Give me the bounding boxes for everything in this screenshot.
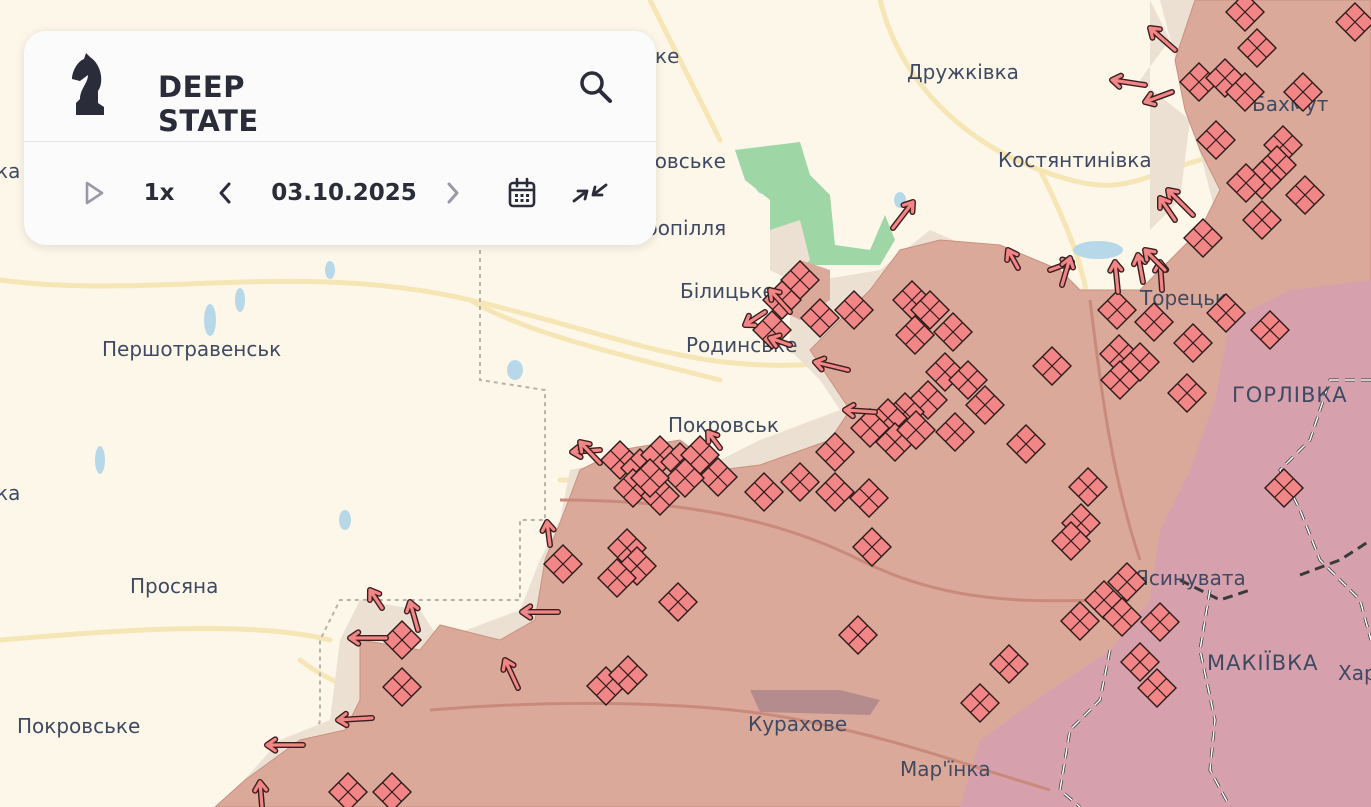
control-panel: DEEP STATE 1x 03.10.2025 xyxy=(24,31,656,245)
previous-date-button[interactable] xyxy=(210,176,240,210)
current-date[interactable]: 03.10.2025 xyxy=(264,176,424,210)
place-label: Просяна xyxy=(130,574,218,598)
logo[interactable]: DEEP STATE xyxy=(68,51,258,138)
chevron-left-icon xyxy=(219,182,231,204)
place-label: Білицьке xyxy=(680,279,775,303)
search-button[interactable] xyxy=(576,67,616,107)
place-label: ке xyxy=(655,44,679,68)
place-label: Покровськ xyxy=(668,413,779,437)
play-icon xyxy=(85,181,104,205)
logo-line-2: STATE xyxy=(158,104,259,138)
knight-chess-piece-icon xyxy=(72,53,104,115)
place-label: Покровське xyxy=(17,714,140,738)
logo-text: DEEP STATE xyxy=(158,70,259,138)
place-label: Мар'їнка xyxy=(900,757,991,781)
place-label: Курахове xyxy=(748,712,847,736)
place-label: Ясинувата xyxy=(1135,566,1246,590)
collapse-arrows-icon xyxy=(572,183,608,203)
speed-selector[interactable]: 1x xyxy=(134,176,184,210)
place-label: Костянтинівка xyxy=(998,148,1152,172)
calendar-icon xyxy=(508,177,536,208)
search-icon xyxy=(580,71,612,103)
place-label: ка xyxy=(0,481,20,505)
place-label: ГОРЛІВКА xyxy=(1232,383,1348,407)
place-label: Першотравенськ xyxy=(102,337,281,361)
place-label: МАКІЇВКА xyxy=(1207,650,1318,675)
chevron-right-icon xyxy=(447,182,459,204)
place-label: Дружківка xyxy=(907,60,1019,84)
logo-line-1: DEEP xyxy=(158,70,245,104)
panel-header: DEEP STATE xyxy=(24,31,656,142)
place-label: Хар xyxy=(1338,661,1371,685)
place-label: ка xyxy=(0,159,20,183)
place-label: ропілля xyxy=(645,216,726,240)
calendar-button[interactable] xyxy=(504,176,540,210)
play-button[interactable] xyxy=(76,176,112,210)
collapse-button[interactable] xyxy=(568,176,612,210)
next-date-button[interactable] xyxy=(438,176,468,210)
